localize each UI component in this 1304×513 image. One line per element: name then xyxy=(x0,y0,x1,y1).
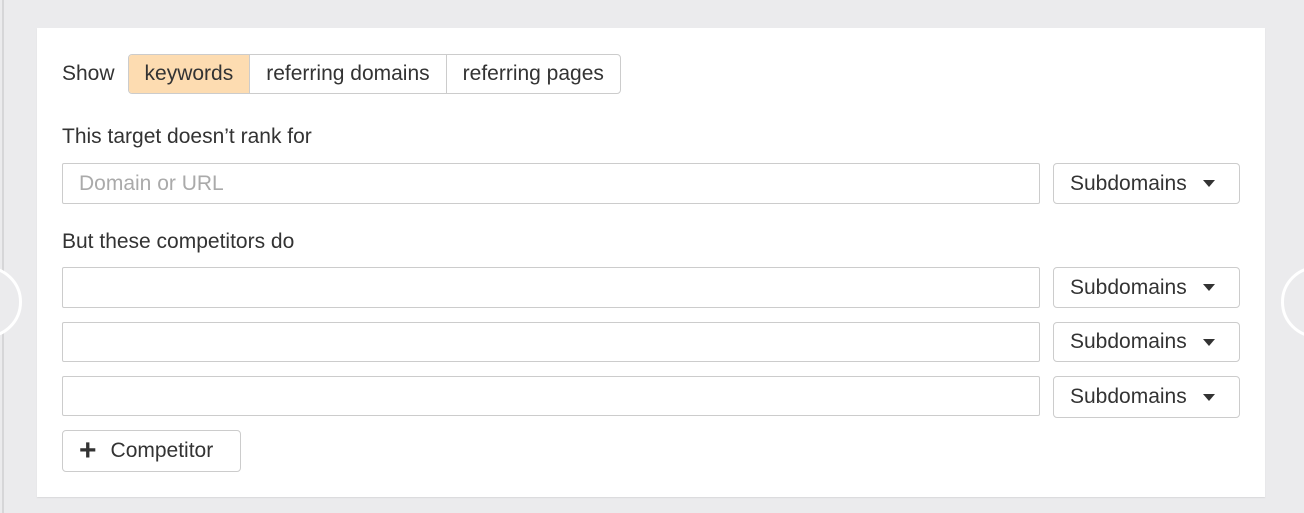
content-gap-panel: Show keywords referring domains referrin… xyxy=(37,28,1265,497)
target-label: This target doesn’t rank for xyxy=(62,125,312,148)
add-competitor-button[interactable]: + Competitor xyxy=(62,430,241,472)
tab-keywords[interactable]: keywords xyxy=(128,55,250,93)
show-label: Show xyxy=(62,62,115,85)
select-value: Subdomains xyxy=(1070,330,1187,353)
select-value: Subdomains xyxy=(1070,171,1187,195)
competitors-label: But these competitors do xyxy=(62,230,295,253)
competitor-input-2[interactable] xyxy=(62,322,1040,362)
caret-down-icon xyxy=(1202,180,1215,187)
carousel-prev-button[interactable] xyxy=(0,266,22,338)
competitor-mode-select-2[interactable]: Subdomains xyxy=(1053,322,1240,362)
scrollbar-edge xyxy=(2,0,4,513)
show-toggle: Show keywords referring domains referrin… xyxy=(62,54,621,94)
competitor-input-1[interactable] xyxy=(62,267,1040,308)
add-competitor-label: Competitor xyxy=(110,439,214,462)
show-segmented-control: keywords referring domains referring pag… xyxy=(127,54,621,94)
target-mode-select[interactable]: Subdomains xyxy=(1053,163,1240,204)
caret-down-icon xyxy=(1202,393,1215,401)
competitor-input-3[interactable] xyxy=(62,376,1040,416)
competitor-mode-select-1[interactable]: Subdomains xyxy=(1053,267,1240,308)
tab-referring-pages[interactable]: referring pages xyxy=(445,55,620,93)
tab-referring-domains[interactable]: referring domains xyxy=(249,55,445,93)
caret-down-icon xyxy=(1202,338,1215,346)
select-value: Subdomains xyxy=(1070,275,1187,299)
plus-icon: + xyxy=(79,434,97,467)
caret-down-icon xyxy=(1202,284,1215,291)
select-value: Subdomains xyxy=(1070,385,1187,408)
carousel-next-button[interactable] xyxy=(1281,266,1304,338)
competitor-mode-select-3[interactable]: Subdomains xyxy=(1053,376,1240,418)
target-input[interactable] xyxy=(62,163,1040,204)
